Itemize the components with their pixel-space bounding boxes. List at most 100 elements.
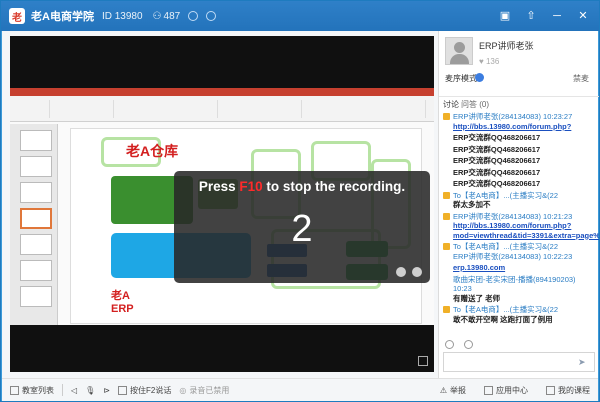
user-badge-icon: [443, 191, 450, 199]
flower-icon[interactable]: [464, 340, 474, 349]
fullscreen-icon[interactable]: [418, 356, 428, 366]
speaker-icon: ◁: [71, 385, 78, 395]
report-label: 举报: [450, 385, 466, 395]
app-window: 老 老A电商学院 ID 13980 ⚇ 487 ▣ ⇧ ─ ✕ 老A仓库 老A …: [0, 0, 600, 402]
list-icon: [10, 385, 19, 395]
ppt-ribbon: [10, 88, 434, 122]
message-text: 敢不敢开空啊 这跑打面了例用: [453, 314, 553, 324]
message-text: 有赠送了 老师: [453, 293, 501, 303]
mic-button[interactable]: 🎙: [85, 386, 95, 395]
record-label: 录音已禁用: [189, 385, 230, 395]
chat-message: ERP交流群QQ468206617: [439, 132, 599, 144]
chat-list: ERP讲师老张(284134083) 10:23:27 http://bbs.13…: [439, 111, 599, 336]
message-meta: To【老A电商】...(主播实习&(22: [453, 305, 559, 314]
ribbon-group: [54, 100, 114, 118]
volume-button[interactable]: ⊳: [103, 386, 110, 395]
teacher-card: ERP讲师老张 ♥ 136 麦序模式 禁麦: [439, 31, 599, 97]
slide-thumbnail[interactable]: [20, 286, 52, 307]
app-center-label: 应用中心: [496, 385, 528, 395]
chat-message: To【老A电商】...(主播实习&(22 敢不敢开空啊 这跑打面了例用: [439, 304, 599, 325]
slide-thumbnail-selected[interactable]: [20, 208, 52, 229]
speaker-button[interactable]: ◁: [71, 386, 77, 395]
user-badge-icon: [443, 243, 450, 250]
hotkey-label: 按住F2说话: [130, 385, 172, 395]
chat-tabs: 讨论 问答 (0): [439, 99, 599, 111]
message-meta: ERP讲师老张(284134083) 10:23:27: [453, 112, 573, 121]
ribbon-group: [14, 100, 50, 118]
bottom-toolbar: 教室列表 ◁ 🎙 ⊳ 按住F2说话 ◎ 录音已禁用 ⚠ 举报 应用中心 我的课程: [2, 378, 598, 401]
emoji-icon[interactable]: [445, 340, 454, 349]
record-button[interactable]: ◎ 录音已禁用: [179, 385, 229, 396]
overlay-controls: [396, 267, 422, 277]
slide-title: 老A仓库: [126, 143, 179, 159]
camera-icon[interactable]: [396, 267, 406, 277]
skin-icon[interactable]: ▣: [499, 10, 511, 22]
upgrade-icon[interactable]: ⇧: [525, 10, 537, 22]
my-course-button[interactable]: 我的课程: [546, 385, 590, 396]
user-badge-icon: [443, 306, 450, 313]
playlist-label: 教室列表: [22, 385, 54, 395]
chat-input[interactable]: ➤: [443, 352, 595, 372]
slide-thumbnail[interactable]: [20, 234, 52, 255]
side-panel: ERP讲师老张 ♥ 136 麦序模式 禁麦 讨论 问答 (0) ERP讲师老张(…: [438, 31, 599, 378]
slide-thumbnail[interactable]: [20, 260, 52, 281]
mic-mode-link[interactable]: 禁麦: [573, 73, 589, 84]
teacher-badge-icon: [443, 113, 450, 120]
hotkey-talk-button[interactable]: 按住F2说话: [118, 385, 171, 396]
hint-key: F10: [239, 179, 263, 194]
chat-message: ERP交流群QQ468206617: [439, 167, 599, 179]
book-icon: [546, 385, 555, 395]
ribbon-group: [306, 100, 426, 118]
microphone-icon[interactable]: [412, 267, 422, 277]
tab-questions-label: 问答: [461, 100, 477, 109]
message-meta: 歌曲宋团-老实宋团-播播(894190203) 10:23: [453, 274, 576, 294]
slide-thumbnail[interactable]: [20, 130, 52, 151]
mic-mode-icon[interactable]: [475, 73, 484, 82]
favorite-icon[interactable]: [188, 11, 199, 21]
message-text: ERP交流群QQ468206617: [453, 179, 541, 188]
ppt-tabs-bar: [10, 88, 434, 96]
report-icon: ⚠: [439, 385, 447, 395]
message-meta: To【老A电商】...(主播实习&(22: [453, 190, 559, 200]
app-center-button[interactable]: 应用中心: [484, 385, 528, 396]
message-text: ERP交流群QQ468206617: [453, 144, 541, 154]
user-icon: ⚇: [152, 10, 162, 22]
message-text: ERP交流群QQ468206617: [453, 133, 541, 142]
grid-icon: [484, 385, 493, 395]
message-meta: ERP讲师老张(284134083) 10:21:23: [453, 211, 573, 221]
message-meta: To【老A电商】...(主播实习&(22: [453, 242, 559, 251]
ribbon-group: [118, 100, 218, 118]
chat-message: To【老A电商】...(主播实习&(22 ERP讲师老张(284134083) 1…: [439, 241, 599, 262]
message-link[interactable]: http://bbs.13980.com/forum.php?mod=viewt…: [453, 221, 599, 240]
message-text: ERP讲师老张(284134083) 10:22:23: [453, 251, 573, 261]
record-icon: ◎: [179, 385, 187, 395]
bottom-right-actions: ⚠ 举报 应用中心 我的课程: [432, 385, 590, 396]
title-bar: 老 老A电商学院 ID 13980 ⚇ 487 ▣ ⇧ ─ ✕: [1, 1, 599, 31]
report-button[interactable]: ⚠ 举报: [440, 385, 466, 396]
chat-toolbar: [439, 336, 599, 350]
slide-thumbnail[interactable]: [20, 156, 52, 177]
chat-message: erp.13980.com: [439, 262, 599, 274]
close-button[interactable]: ✕: [577, 10, 589, 22]
message-text: 群太多加不: [453, 200, 491, 209]
chat-message: ERP讲师老张(284134083) 10:21:23 http://bbs.13…: [439, 211, 599, 242]
send-icon[interactable]: ➤: [578, 357, 590, 367]
slide-thumbnail[interactable]: [20, 182, 52, 203]
playlist-button[interactable]: 教室列表: [10, 385, 54, 396]
countdown-number: 2: [291, 208, 313, 250]
message-link[interactable]: erp.13980.com: [453, 263, 595, 273]
chat-message: ERP讲师老张(284134083) 10:23:27 http://bbs.13…: [439, 111, 599, 132]
slides-pane: [10, 124, 58, 325]
app-logo: 老: [9, 8, 25, 24]
settings-icon[interactable]: [206, 11, 217, 21]
hint-prefix: Press: [198, 179, 240, 194]
message-link[interactable]: http://bbs.13980.com/forum.php?: [453, 122, 595, 132]
chat-message: 歌曲宋团-老实宋团-播播(894190203) 10:23 有赠送了 老师: [439, 274, 599, 305]
teacher-name: ERP讲师老张: [479, 41, 534, 51]
tab-questions-count: (0): [479, 100, 490, 109]
tab-discussion[interactable]: 讨论: [443, 99, 459, 110]
chat-message: ERP交流群QQ468206617: [439, 178, 599, 190]
minimize-button[interactable]: ─: [551, 10, 563, 22]
heart-icon[interactable]: ♥: [479, 57, 484, 66]
tab-questions[interactable]: 问答 (0): [461, 99, 489, 110]
